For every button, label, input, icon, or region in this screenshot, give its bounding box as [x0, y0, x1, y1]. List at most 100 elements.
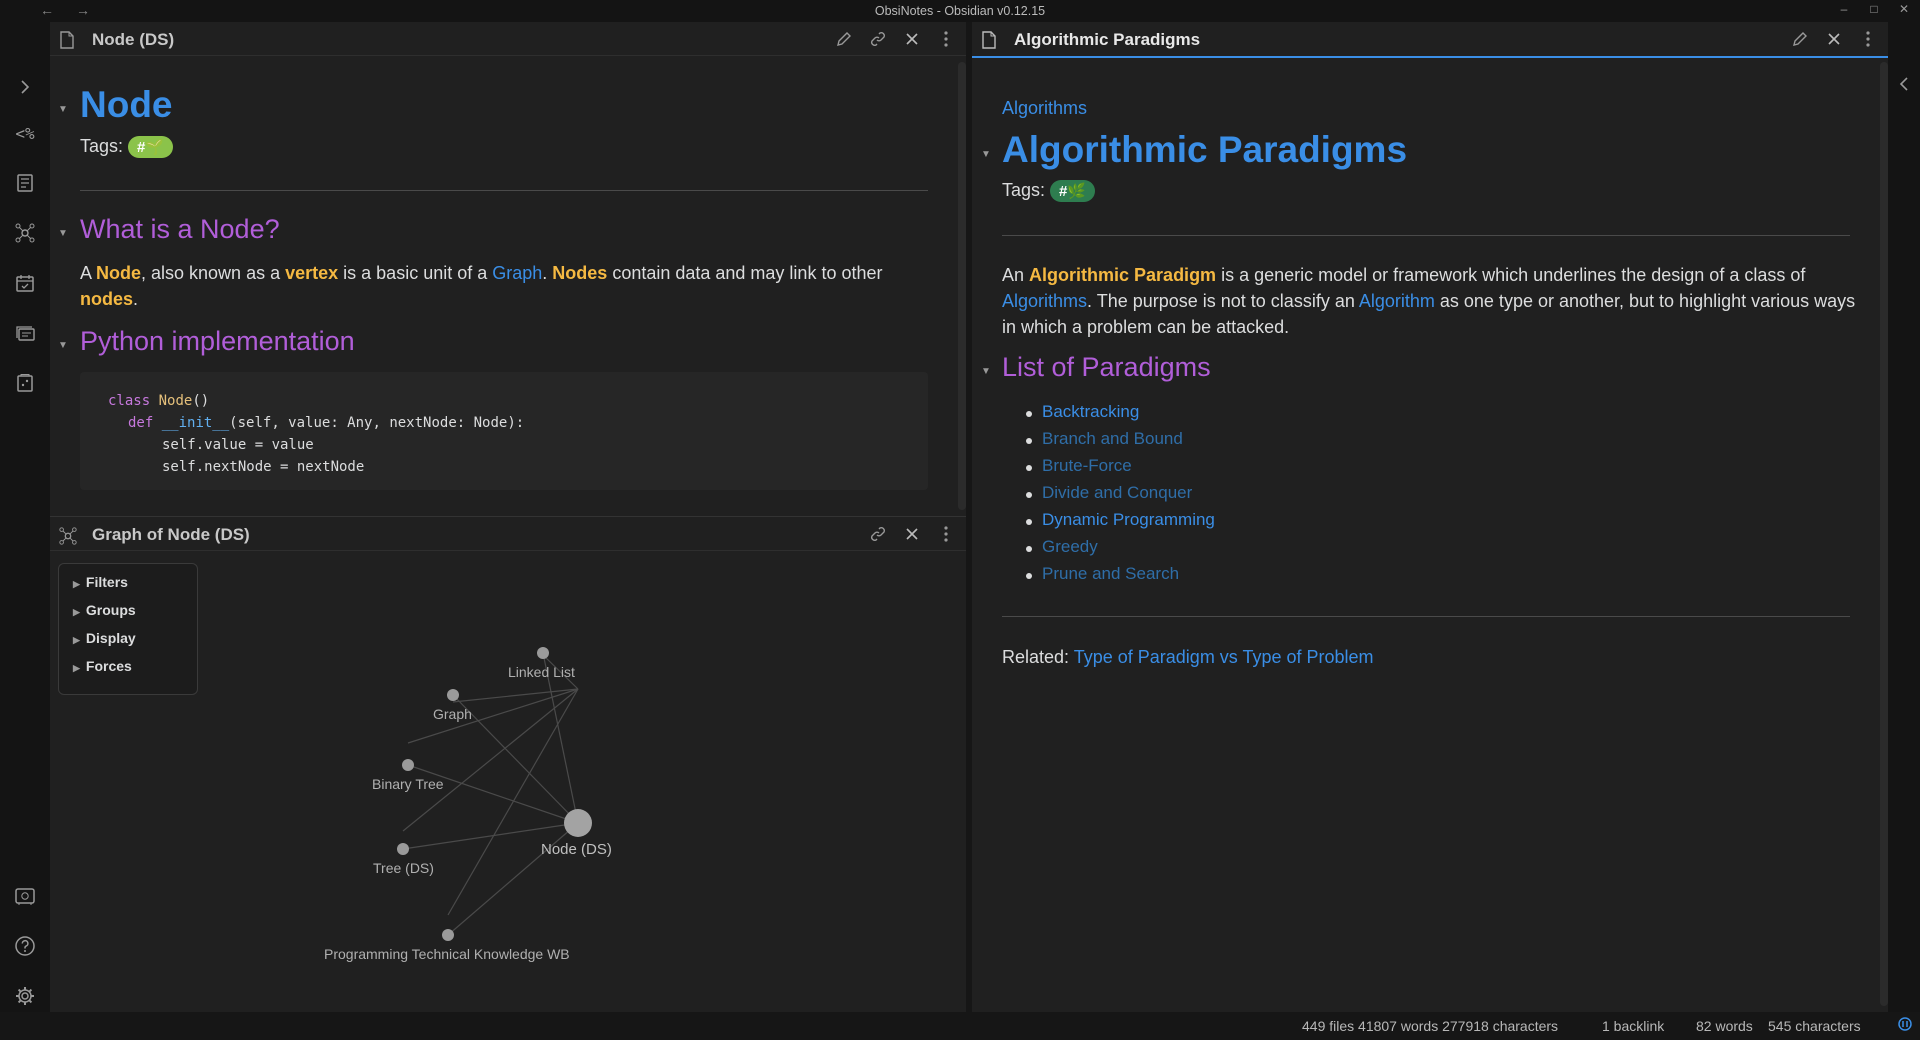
link-prune-and-search[interactable]: Prune and Search	[1042, 564, 1179, 583]
list-item: Brute-Force	[1002, 456, 1602, 483]
bold-algorithmic-paradigm: Algorithmic Paradigm	[1029, 265, 1217, 285]
more-options-icon[interactable]	[936, 29, 956, 49]
link-algorithms[interactable]: Algorithms	[1002, 291, 1087, 311]
close-window-button[interactable]: ✕	[1892, 2, 1916, 16]
link-divide-and-conquer[interactable]: Divide and Conquer	[1042, 483, 1192, 502]
scrollbar[interactable]	[958, 62, 966, 510]
pane-title[interactable]: Algorithmic Paradigms	[1014, 30, 1200, 50]
calendar-icon[interactable]	[12, 270, 38, 296]
code-line: self.nextNode = nextNode	[162, 459, 365, 475]
graph-view-icon[interactable]	[12, 220, 38, 246]
text-span: is a basic unit of a	[338, 263, 493, 283]
note-pane-paradigms: Algorithmic Paradigms Algorithms ▼ Algor…	[972, 22, 1888, 1012]
related-label: Related:	[1002, 647, 1070, 667]
sync-status-icon[interactable]	[1898, 1017, 1912, 1034]
link-greedy[interactable]: Greedy	[1042, 537, 1098, 556]
note-h1: Algorithmic Paradigms	[1002, 129, 1408, 170]
node-description: A Node, also known as a vertex is a basi…	[80, 260, 928, 312]
list-item: Prune and Search	[1002, 564, 1602, 591]
graph-node-linked-list	[537, 647, 549, 659]
pane-actions	[834, 29, 956, 49]
breadcrumb-link[interactable]: Algorithms	[1002, 98, 1087, 119]
link-icon[interactable]	[868, 29, 888, 49]
fold-triangle-icon[interactable]: ▼	[58, 104, 68, 115]
code-line: self.value = value	[162, 437, 314, 453]
random-note-icon[interactable]	[12, 370, 38, 396]
graph-label-binary-tree[interactable]: Binary Tree	[372, 776, 444, 792]
expand-triangle-icon: ▶	[73, 635, 80, 645]
link-branch-and-bound[interactable]: Branch and Bound	[1042, 429, 1183, 448]
fold-triangle-icon[interactable]: ▼	[981, 366, 991, 377]
maximize-button[interactable]: □	[1862, 2, 1886, 16]
graph-control-forces[interactable]: ▶ Forces	[73, 658, 197, 686]
edit-pencil-icon[interactable]	[834, 29, 854, 49]
graph-controls: ▶ Filters ▶ Groups ▶ Display ▶ Forces	[58, 563, 198, 695]
tag-seedling[interactable]: #🌱	[128, 136, 174, 159]
pane-header: Node (DS)	[50, 22, 966, 56]
document-icon	[60, 31, 74, 54]
graph-label-node-ds[interactable]: Node (DS)	[541, 841, 612, 858]
related-line: Related: Type of Paradigm vs Type of Pro…	[1002, 644, 1374, 670]
vault-switcher-icon[interactable]	[12, 883, 38, 909]
close-pane-icon[interactable]	[1824, 29, 1844, 49]
link-dynamic-programming[interactable]: Dynamic Programming	[1042, 510, 1215, 529]
templater-icon[interactable]: <%	[12, 120, 38, 146]
bold-nodes: Nodes	[552, 263, 608, 283]
graph-control-display[interactable]: ▶ Display	[73, 630, 197, 658]
paradigm-list: Backtracking Branch and Bound Brute-Forc…	[1002, 402, 1602, 591]
title-bar: ← → ObsiNotes - Obsidian v0.12.15 – □ ✕	[0, 0, 1920, 22]
code-class: Node	[158, 393, 193, 409]
graph-node-graph	[447, 689, 459, 701]
file-explorer-icon[interactable]	[12, 170, 38, 196]
link-algorithm[interactable]: Algorithm	[1359, 291, 1435, 311]
control-label: Filters	[85, 574, 128, 590]
expand-sidebar-icon[interactable]	[12, 74, 38, 100]
fold-triangle-icon[interactable]: ▼	[58, 340, 68, 351]
paradigm-description: An Algorithmic Paradigm is a generic mod…	[1002, 262, 1862, 340]
bold-vertex: vertex	[285, 263, 339, 283]
close-pane-icon[interactable]	[902, 29, 922, 49]
list-item: Divide and Conquer	[1002, 483, 1602, 510]
tags-row: Tags: #🌿	[1002, 180, 1096, 203]
text-span: contain data and may link to other	[607, 263, 883, 283]
link-brute-force[interactable]: Brute-Force	[1042, 456, 1132, 475]
pane-title[interactable]: Node (DS)	[92, 30, 174, 50]
text-span: .	[133, 289, 139, 309]
link-backtracking[interactable]: Backtracking	[1042, 402, 1139, 421]
link-graph[interactable]: Graph	[492, 263, 542, 283]
text-span: is a generic model or framework which un…	[1216, 265, 1806, 285]
text-span: An	[1002, 265, 1030, 285]
text-span: , also known as a	[141, 263, 286, 283]
minimize-button[interactable]: –	[1832, 2, 1856, 16]
more-options-icon[interactable]	[1858, 29, 1878, 49]
graph-label-linked-list[interactable]: Linked List	[508, 664, 575, 680]
tags-label: Tags:	[1002, 180, 1046, 200]
graph-label-prog-wb[interactable]: Programming Technical Knowledge WB	[324, 946, 570, 962]
graph-label-graph[interactable]: Graph	[433, 706, 472, 722]
code-line: class Node()	[108, 390, 900, 412]
fold-triangle-icon[interactable]: ▼	[58, 228, 68, 239]
edit-pencil-icon[interactable]	[1790, 29, 1810, 49]
graph-label-tree-ds[interactable]: Tree (DS)	[373, 860, 434, 876]
code-block: class Node() def __init__(self, value: A…	[80, 372, 928, 490]
pane-actions	[1790, 29, 1878, 49]
graph-control-groups[interactable]: ▶ Groups	[73, 602, 197, 630]
settings-gear-icon[interactable]	[12, 983, 38, 1009]
graph-control-filters[interactable]: ▶ Filters	[73, 574, 197, 602]
scrollbar[interactable]	[1880, 62, 1888, 1006]
expand-triangle-icon: ▶	[73, 663, 80, 673]
help-icon[interactable]	[12, 933, 38, 959]
tag-herb[interactable]: #🌿	[1050, 180, 1096, 203]
text-span: A	[80, 263, 97, 283]
graph-node-node-ds	[564, 809, 592, 837]
fold-triangle-icon[interactable]: ▼	[981, 149, 991, 160]
list-item: Dynamic Programming	[1002, 510, 1602, 537]
expand-triangle-icon: ▶	[73, 579, 80, 589]
expand-triangle-icon: ▶	[73, 607, 80, 617]
slides-icon[interactable]	[12, 320, 38, 346]
expand-right-sidebar-icon[interactable]	[1897, 76, 1911, 97]
status-backlinks[interactable]: 1 backlink	[1602, 1018, 1664, 1034]
link-related[interactable]: Type of Paradigm vs Type of Problem	[1074, 647, 1374, 667]
right-ribbon	[1888, 22, 1920, 1012]
note-pane-node: Node (DS) ▼ Node Tags: #🌱 ▼ What is a No…	[50, 22, 966, 516]
